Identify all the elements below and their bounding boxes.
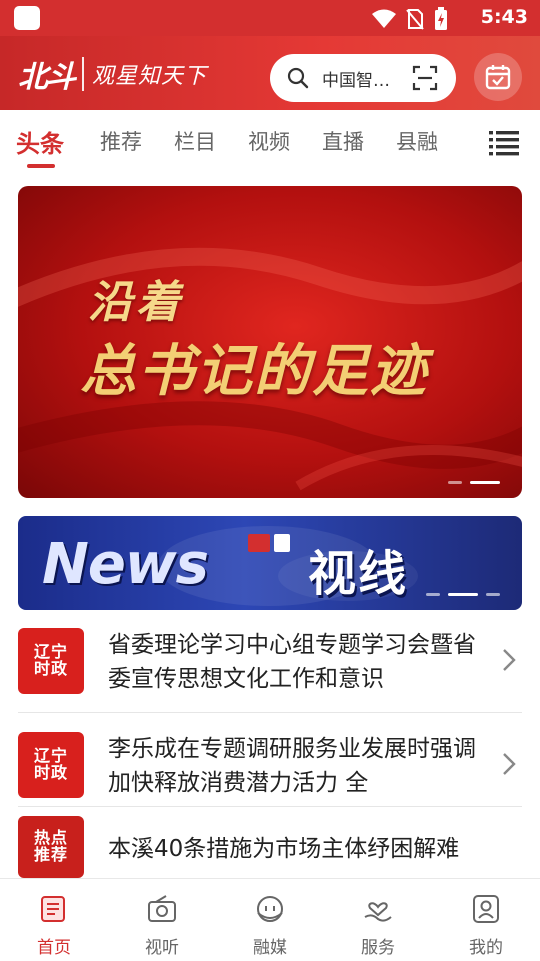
news-strip-title: 视线 xyxy=(308,546,409,602)
wifi-icon xyxy=(372,9,396,28)
news-title: 李乐成在专题调研服务业发展时强调 加快释放消费潜力活力 全 xyxy=(108,736,476,796)
nav-label: 视听 xyxy=(145,938,179,958)
tab-live[interactable]: 直播 xyxy=(322,126,364,156)
news-vision-banner[interactable]: News 视线 xyxy=(18,516,522,610)
tab-columns[interactable]: 栏目 xyxy=(174,126,216,156)
home-news-icon xyxy=(41,896,65,922)
channel-menu-icon[interactable] xyxy=(489,130,519,156)
nav-label: 融媒 xyxy=(253,938,287,958)
radio-icon xyxy=(148,895,176,922)
calendar-check-icon xyxy=(485,65,511,90)
partner-mini-logo xyxy=(274,534,290,552)
logo-divider xyxy=(82,57,84,91)
pager-dot-active xyxy=(470,481,500,484)
bottom-navigation: 首页 视听 融媒 服务 我的 xyxy=(0,878,540,960)
nav-service[interactable]: 服务 xyxy=(324,879,432,961)
list-item[interactable]: 辽宁 时政 省委理论学习中心组专题学习会暨省委宣传思想文化工作和意识 xyxy=(0,626,540,712)
nav-label: 服务 xyxy=(361,938,395,958)
tab-headlines[interactable]: 头条 xyxy=(16,124,64,159)
search-icon xyxy=(287,67,309,89)
chat-face-icon xyxy=(257,896,283,922)
notification-app-icon xyxy=(14,6,40,30)
news-thumbnail: 热点 推荐 xyxy=(18,816,84,878)
chevron-right-icon xyxy=(503,649,516,671)
app-logo[interactable]: 北斗 观星知天下 xyxy=(18,52,207,96)
news-wordmark: News xyxy=(42,532,209,597)
thumb-label: 辽宁 时政 xyxy=(33,746,68,782)
logo-slogan: 观星知天下 xyxy=(92,64,208,89)
logo-text: 北斗 xyxy=(18,60,76,95)
news-title: 省委理论学习中心组专题学习会暨省委宣传思想文化工作和意识 xyxy=(108,632,476,692)
pager-dot xyxy=(426,593,440,596)
list-divider xyxy=(18,712,522,713)
pager-dot xyxy=(448,481,462,484)
news-title: 本溪40条措施为市场主体纾困解难 xyxy=(108,836,460,862)
no-sim-icon xyxy=(406,9,424,30)
search-bar[interactable]: 中国智… xyxy=(270,54,456,102)
banner-pager xyxy=(448,481,500,484)
pager-dot xyxy=(486,593,500,596)
strip-pager xyxy=(426,593,500,596)
nav-home[interactable]: 首页 xyxy=(0,879,108,961)
banner-title-line1: 沿着 xyxy=(88,277,184,328)
nav-label: 我的 xyxy=(469,938,503,958)
banner-title-line2: 总书记的足迹 xyxy=(80,338,428,404)
list-item[interactable]: 热点 推荐 本溪40条措施为市场主体纾困解难 xyxy=(0,816,540,878)
news-thumbnail: 辽宁 时政 xyxy=(18,732,84,798)
nav-label: 首页 xyxy=(37,938,71,958)
active-tab-indicator xyxy=(27,164,55,168)
headline-banner[interactable]: 沿着 总书记的足迹 xyxy=(18,186,522,498)
pager-dot-active xyxy=(448,593,478,596)
nav-profile[interactable]: 我的 xyxy=(432,879,540,961)
battery-charging-icon xyxy=(435,7,447,30)
news-thumbnail: 辽宁 时政 xyxy=(18,628,84,694)
calendar-checkin-button[interactable] xyxy=(474,53,522,101)
tab-video[interactable]: 视频 xyxy=(248,126,290,156)
tab-county[interactable]: 县融 xyxy=(396,126,438,156)
app-header: 北斗 观星知天下 中国智… xyxy=(0,36,540,110)
status-time: 5:43 xyxy=(480,6,528,28)
nav-audiovisual[interactable]: 视听 xyxy=(108,879,216,961)
tab-recommend[interactable]: 推荐 xyxy=(100,126,142,156)
list-item[interactable]: 辽宁 时政 李乐成在专题调研服务业发展时强调 加快释放消费潜力活力 全 xyxy=(0,730,540,806)
hand-heart-icon xyxy=(364,902,392,922)
thumb-label: 热点 推荐 xyxy=(33,828,68,864)
scan-icon[interactable] xyxy=(412,65,438,91)
profile-icon xyxy=(473,895,499,923)
status-bar: 5:43 xyxy=(0,0,540,36)
chevron-right-icon xyxy=(503,753,516,775)
list-divider xyxy=(18,806,522,807)
thumb-label: 辽宁 时政 xyxy=(33,642,68,678)
channel-tabs: 头条 推荐 栏目 视频 直播 县融 xyxy=(0,110,540,176)
beidou-mini-logo xyxy=(248,534,270,552)
nav-media[interactable]: 融媒 xyxy=(216,879,324,961)
search-input[interactable]: 中国智… xyxy=(322,66,402,91)
